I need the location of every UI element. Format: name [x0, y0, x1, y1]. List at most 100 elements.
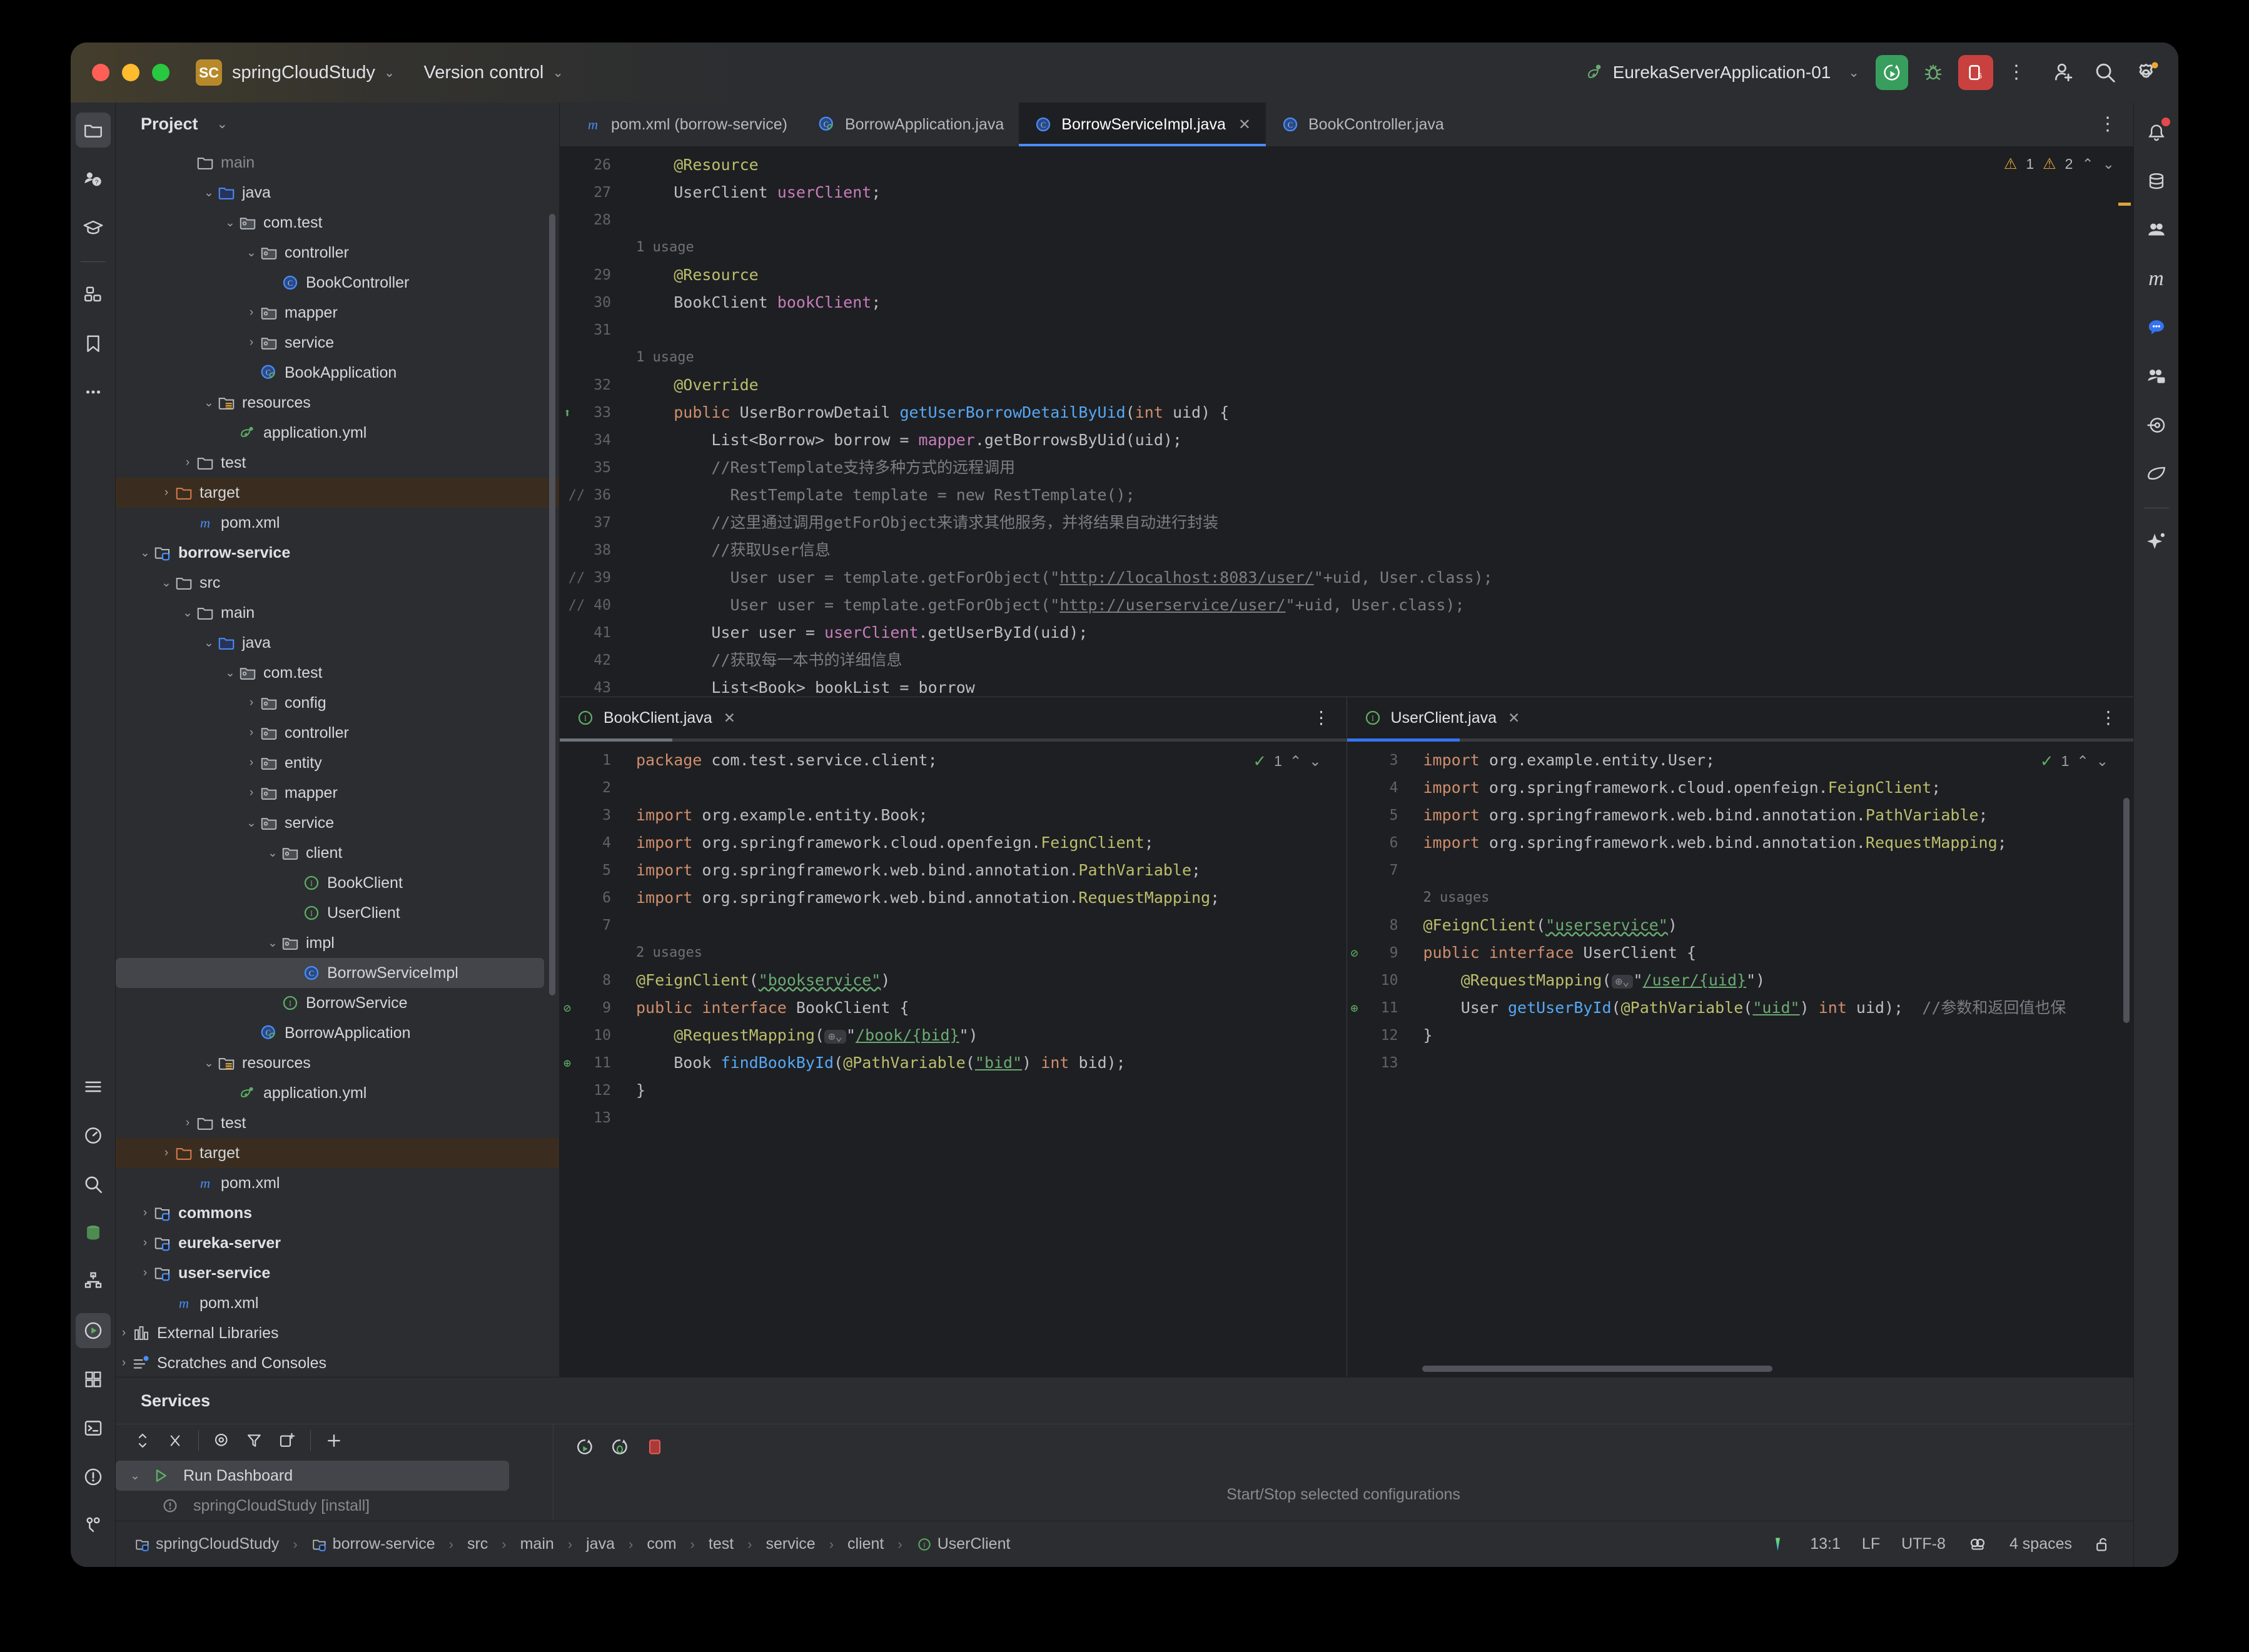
tree-item-application-yml[interactable]: application.yml [116, 1078, 559, 1108]
main-editor-code[interactable]: @Resource UserClient userClient; 1 usage … [620, 146, 2133, 697]
next-problem-button[interactable]: ⌄ [2103, 156, 2115, 173]
tree-item-main[interactable]: ⌄ main [116, 598, 559, 628]
filter-icon[interactable] [245, 1431, 264, 1450]
rerun-debug-icon[interactable] [610, 1437, 630, 1457]
chevron-right-icon[interactable]: › [158, 1146, 174, 1160]
split-options-button[interactable]: ⋮ [1313, 708, 1330, 726]
userclient-inspection-widget[interactable]: ✓ 1 ⌃ ⌄ [2040, 752, 2108, 771]
stop-button[interactable]: 6 [1958, 55, 1993, 90]
editor-tab-borrowserviceimpl-java[interactable]: C BorrowServiceImpl.java ✕ [1019, 103, 1266, 146]
rerun-icon[interactable] [575, 1437, 595, 1457]
sidebar-item-database-leaf[interactable] [76, 1216, 111, 1251]
tree-item-borrowapplication[interactable]: C BorrowApplication [116, 1018, 559, 1048]
sidebar-item-find[interactable] [76, 1167, 111, 1202]
chevron-down-icon[interactable]: ⌄ [179, 606, 196, 620]
inspection-icon[interactable] [1967, 1535, 1988, 1554]
split-editor-body[interactable]: ✓ 1 ⌃ ⌄ 1234567 8 ⊘ 9 10 ⊕ 11 12 13 package com… [560, 742, 1347, 1377]
sidebar-item-maven[interactable]: m [2139, 261, 2174, 296]
chevron-down-icon[interactable]: ⌄ [222, 666, 238, 680]
add-user-icon[interactable] [2052, 61, 2076, 84]
tree-item-external-libraries[interactable]: › External Libraries [116, 1318, 559, 1348]
close-icon[interactable]: ✕ [1508, 710, 1520, 727]
globe-icon[interactable]: ⊕⌄ [1611, 975, 1634, 989]
sidebar-item-terminal[interactable] [76, 1411, 111, 1446]
endpoint-icon[interactable]: ⊕ [1351, 994, 1358, 1022]
tree-item-entity[interactable]: › entity [116, 748, 559, 778]
breadcrumb-item-src[interactable]: src [467, 1535, 488, 1553]
add-icon[interactable] [325, 1431, 343, 1450]
chevron-right-icon[interactable]: › [243, 756, 260, 770]
caret-position[interactable]: 13:1 [1810, 1535, 1841, 1553]
chevron-down-icon[interactable]: ⌄ [1848, 65, 1859, 81]
chevron-down-icon[interactable]: ⌄ [265, 936, 281, 950]
chevron-right-icon[interactable]: › [158, 486, 174, 500]
vim-icon[interactable] [1771, 1534, 1789, 1554]
chevron-down-icon[interactable]: ⌄ [137, 546, 153, 560]
sidebar-item-help[interactable]: ? [76, 161, 111, 196]
chevron-down-icon[interactable]: ⌄ [201, 1056, 217, 1070]
tree-item-config[interactable]: › config [116, 688, 559, 718]
sidebar-item-ai-chat[interactable] [2139, 310, 2174, 345]
tree-item-borrowserviceimpl[interactable]: C BorrowServiceImpl [116, 958, 544, 988]
tree-item-user-service[interactable]: › user-service [116, 1258, 559, 1288]
sidebar-item-problems[interactable] [76, 1459, 111, 1494]
tree-item-service[interactable]: ⌄ service [116, 808, 559, 838]
endpoint-icon[interactable]: ⊕ [564, 1049, 571, 1077]
chevron-right-icon[interactable]: › [116, 1356, 132, 1370]
tree-item-target[interactable]: › target [116, 1138, 559, 1168]
breadcrumb-item-borrow-service[interactable]: borrow-service [311, 1535, 435, 1553]
tree-item-commons[interactable]: › commons [116, 1198, 559, 1228]
tree-item-application-yml[interactable]: application.yml [116, 418, 559, 448]
sidebar-item-services[interactable] [75, 1313, 111, 1348]
sidebar-item-endpoints[interactable] [2139, 408, 2174, 443]
prev-problem-button[interactable]: ⌃ [2081, 156, 2093, 173]
breadcrumb-item-service[interactable]: service [766, 1535, 816, 1553]
breadcrumb-item-client[interactable]: client [847, 1535, 884, 1553]
close-icon[interactable]: ✕ [1238, 116, 1251, 134]
breadcrumb[interactable]: springCloudStudy › borrow-service › src › main… [134, 1535, 1010, 1553]
sidebar-item-notifications[interactable] [2139, 115, 2174, 150]
tree-item-mapper[interactable]: › mapper [116, 778, 559, 808]
services-tree[interactable]: ⌄ Run Dashboard springCloudStudy [install] [116, 1457, 553, 1521]
close-all-icon[interactable] [166, 1431, 184, 1450]
file-encoding[interactable]: UTF-8 [1901, 1535, 1946, 1553]
main-editor-overview-bar[interactable] [2115, 146, 2133, 697]
tree-item-com-test[interactable]: ⌄ com.test [116, 208, 559, 238]
breadcrumb-item-test[interactable]: test [709, 1535, 734, 1553]
sidebar-item-learn[interactable] [76, 210, 111, 245]
sidebar-item-hierarchy[interactable] [76, 1264, 111, 1299]
chevron-right-icon[interactable]: › [243, 306, 260, 320]
split-tab-bookclient[interactable]: I BookClient.java ✕ ⋮ [560, 697, 1347, 738]
tree-item-mapper[interactable]: › mapper [116, 298, 559, 328]
chevron-down-icon[interactable]: ⌄ [243, 816, 260, 830]
tree-item-impl[interactable]: ⌄ impl [116, 928, 559, 958]
chevron-down-icon[interactable]: ⌄ [384, 65, 395, 81]
chevron-down-icon[interactable]: ⌄ [201, 396, 217, 410]
tree-item-resources[interactable]: ⌄ resources [116, 1048, 559, 1078]
chevron-right-icon[interactable]: › [243, 336, 260, 350]
stop-icon[interactable] [645, 1436, 665, 1458]
services-item-run-dashboard[interactable]: ⌄ Run Dashboard [116, 1461, 509, 1491]
tree-item-bookcontroller[interactable]: C BookController [116, 268, 559, 298]
project-name[interactable]: springCloudStudy [232, 63, 375, 83]
prev-problem-button[interactable]: ⌃ [1290, 753, 1301, 770]
bookclient-inspection-widget[interactable]: ✓ 1 ⌃ ⌄ [1253, 752, 1321, 771]
split-editor-body[interactable]: ✓ 1 ⌃ ⌄ 3 4 5 6 7 8 ⊘ 9 10 ⊕ 11 12 13 import org.ex… [1347, 742, 2134, 1377]
close-window-button[interactable] [92, 64, 109, 81]
userclient-gutter[interactable]: 3 4 5 6 7 8 ⊘ 9 10 ⊕ 11 12 13 [1347, 742, 1407, 1377]
project-tree-scrollbar[interactable] [549, 214, 555, 995]
unlocked-icon[interactable] [2093, 1534, 2112, 1554]
close-icon[interactable]: ✕ [724, 710, 735, 727]
tree-item-controller[interactable]: ⌄ controller [116, 238, 559, 268]
chevron-right-icon[interactable]: › [179, 456, 196, 470]
editor-tab-borrowapplication-java[interactable]: C BorrowApplication.java [802, 103, 1019, 146]
debug-button[interactable] [1917, 55, 1949, 90]
chevron-right-icon[interactable]: › [137, 1206, 153, 1220]
maximize-window-button[interactable] [152, 64, 169, 81]
sidebar-item-database[interactable] [2139, 164, 2174, 199]
sidebar-item-bookmarks[interactable] [76, 326, 111, 361]
tree-item-borrow-service[interactable]: ⌄ borrow-service [116, 538, 559, 568]
main-editor-gutter[interactable]: 26 27 28 29 30 31 32 ⬆ 33 34 35 //36 37 38 //39 //40 4… [560, 146, 620, 697]
indent-setting[interactable]: 4 spaces [2009, 1535, 2072, 1553]
tree-item-borrowservice[interactable]: I BorrowService [116, 988, 559, 1018]
